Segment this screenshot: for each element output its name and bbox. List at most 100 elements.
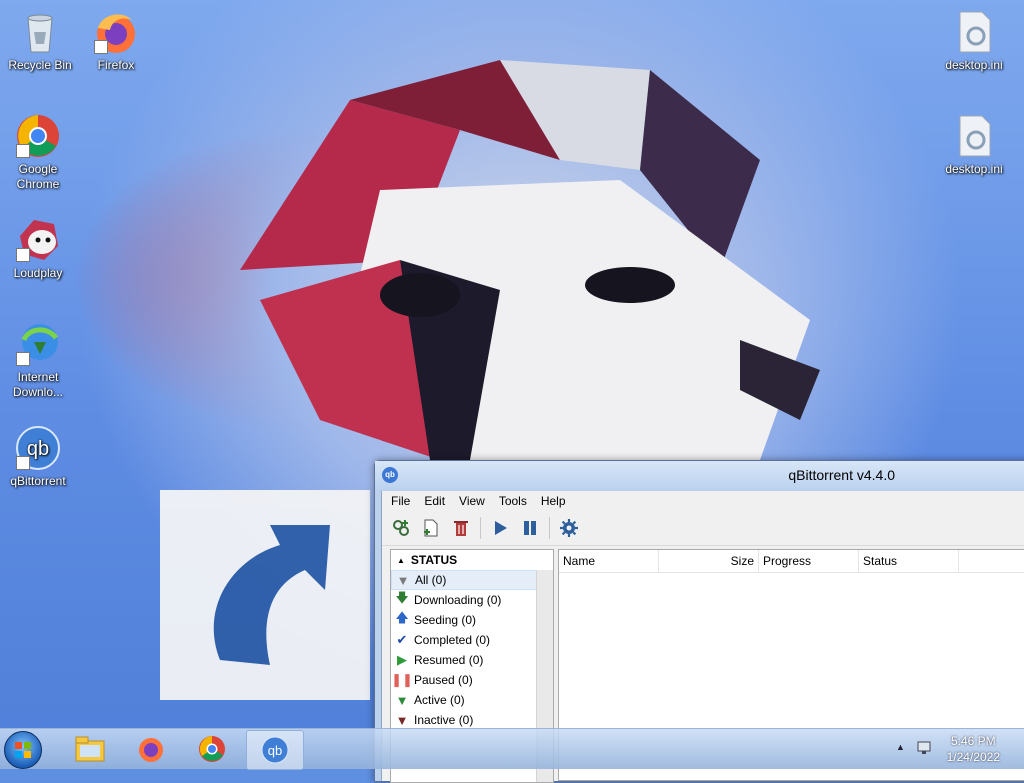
desktop-icon-label: Recycle Bin	[8, 58, 72, 72]
add-torrent-file-icon	[424, 519, 438, 537]
desktop-icon-loudplay[interactable]: Loudplay	[0, 216, 76, 281]
network-icon[interactable]	[916, 739, 934, 757]
clock-time: 5:46 PM	[950, 734, 996, 748]
delete-torrent-button[interactable]	[448, 515, 474, 541]
filter-item-all[interactable]: ▼ All (0)	[391, 570, 547, 590]
taskbar-explorer[interactable]	[62, 730, 118, 768]
torrent-list-header: Name Size Progress Status	[559, 550, 1024, 573]
filter-item-completed[interactable]: ✔ Completed (0)	[391, 630, 547, 650]
delete-icon	[454, 521, 468, 536]
filter-label: Downloading (0)	[414, 593, 502, 607]
desktop-icon-label: Google Chrome	[16, 162, 60, 191]
desktop-icon-desktop-ini-1[interactable]: desktop.ini	[936, 8, 1012, 73]
menu-view[interactable]: View	[452, 494, 492, 508]
play-icon: ▶	[397, 652, 407, 667]
pause-icon	[524, 521, 536, 535]
filter-item-active[interactable]: ▼ Active (0)	[391, 690, 547, 710]
filter-label: Completed (0)	[414, 633, 491, 647]
shortcut-arrow-icon	[16, 144, 30, 158]
firefox-icon	[92, 8, 140, 56]
filter-item-seeding[interactable]: 🡅 Seeding (0)	[391, 610, 547, 630]
add-torrent-file-button[interactable]	[418, 515, 444, 541]
desktop-icon-label: qBittorrent	[10, 474, 66, 488]
filter-label: All (0)	[415, 573, 447, 587]
filter-all-icon: ▼	[396, 572, 410, 588]
filter-label: Resumed (0)	[414, 653, 484, 667]
shortcut-arrow-overlay	[160, 490, 370, 700]
filter-inactive-icon: ▼	[395, 712, 409, 728]
desktop-icon-label: Firefox	[97, 58, 135, 72]
window-titlebar[interactable]: qb qBittorrent v4.4.0	[375, 461, 1024, 491]
svg-text:qb: qb	[27, 438, 49, 460]
column-header-size[interactable]: Size	[659, 550, 759, 572]
column-header-name[interactable]: Name	[559, 550, 659, 572]
shortcut-arrow-icon	[16, 352, 30, 366]
collapse-triangle-icon: ▲	[397, 555, 405, 565]
status-section-header[interactable]: ▲ STATUS	[391, 550, 553, 570]
taskbar: qb ▲ 5:46 PM 1/24/2022	[0, 728, 1024, 770]
chrome-icon	[14, 112, 62, 160]
shortcut-arrow-icon	[94, 40, 108, 54]
pause-icon: ❚❚	[391, 672, 413, 687]
options-button[interactable]	[556, 515, 582, 541]
firefox-icon	[139, 738, 163, 762]
loudplay-icon	[14, 216, 62, 264]
filter-item-resumed[interactable]: ▶ Resumed (0)	[391, 650, 547, 670]
column-header-progress[interactable]: Progress	[759, 550, 859, 572]
desktop-icon-recycle-bin[interactable]: Recycle Bin	[2, 8, 78, 73]
shortcut-arrow-icon	[16, 456, 30, 470]
taskbar-chrome[interactable]	[184, 730, 240, 768]
resume-icon	[495, 521, 507, 535]
filter-label: Seeding (0)	[414, 613, 477, 627]
add-torrent-link-button[interactable]	[388, 515, 414, 541]
recycle-bin-icon	[16, 8, 64, 56]
clock-date: 1/24/2022	[946, 750, 1000, 764]
toolbar-separator	[480, 517, 481, 539]
desktop-icon-label: desktop.ini	[945, 162, 1003, 176]
add-torrent-link-icon	[393, 520, 409, 536]
filter-item-downloading[interactable]: 🡇 Downloading (0)	[391, 590, 547, 610]
status-header-label: STATUS	[410, 553, 458, 567]
desktop-icon-firefox[interactable]: Firefox	[78, 8, 154, 73]
explorer-icon	[75, 736, 105, 762]
desktop-icon-desktop-ini-2[interactable]: desktop.ini	[936, 112, 1012, 177]
filter-label: Active (0)	[414, 693, 465, 707]
taskbar-qbittorrent[interactable]: qb	[246, 730, 304, 770]
start-button[interactable]	[4, 731, 42, 769]
desktop-icon-internet-download-manager[interactable]: Internet Downlo...	[0, 320, 76, 400]
filter-label: Paused (0)	[414, 673, 473, 687]
shortcut-arrow-icon	[16, 248, 30, 262]
desktop-icon-label: Loudplay	[13, 266, 63, 280]
menu-bar: File Edit View Tools Help	[382, 491, 1024, 511]
desktop-icon-label: desktop.ini	[945, 58, 1003, 72]
system-tray: ▲ 5:46 PM 1/24/2022	[864, 729, 1024, 769]
resume-button[interactable]	[487, 515, 513, 541]
filter-label: Inactive (0)	[414, 713, 474, 727]
menu-help[interactable]: Help	[534, 494, 573, 508]
ini-file-icon	[950, 112, 998, 160]
window-title: qBittorrent v4.4.0	[788, 467, 895, 483]
desktop-icon-google-chrome[interactable]: Google Chrome	[0, 112, 76, 192]
menu-tools[interactable]: Tools	[492, 494, 534, 508]
taskbar-firefox[interactable]	[123, 730, 179, 768]
menu-edit[interactable]: Edit	[417, 494, 452, 508]
download-arrow-icon: 🡇	[395, 590, 409, 605]
lion-wallpaper-art	[240, 60, 820, 460]
desktop-icon-qbittorrent[interactable]: qb qBittorrent	[0, 424, 76, 489]
options-gear-icon	[560, 519, 578, 537]
svg-text:qb: qb	[268, 743, 282, 758]
taskbar-clock[interactable]: 5:46 PM 1/24/2022	[947, 733, 1000, 765]
show-hidden-icons-arrow-icon[interactable]: ▲	[896, 742, 905, 752]
pause-button[interactable]	[517, 515, 543, 541]
qbittorrent-icon: qb	[261, 736, 289, 764]
chrome-icon	[199, 736, 225, 762]
filter-item-inactive[interactable]: ▼ Inactive (0)	[391, 710, 547, 730]
toolbar-separator	[549, 517, 550, 539]
column-header-size-label: Size	[730, 554, 754, 568]
filter-item-paused[interactable]: ❚❚ Paused (0)	[391, 670, 547, 690]
qbittorrent-icon: qb	[14, 424, 62, 472]
menu-file[interactable]: File	[384, 494, 417, 508]
column-header-status[interactable]: Status	[859, 550, 959, 572]
check-icon: ✔	[396, 632, 408, 647]
filter-active-icon: ▼	[395, 692, 409, 708]
